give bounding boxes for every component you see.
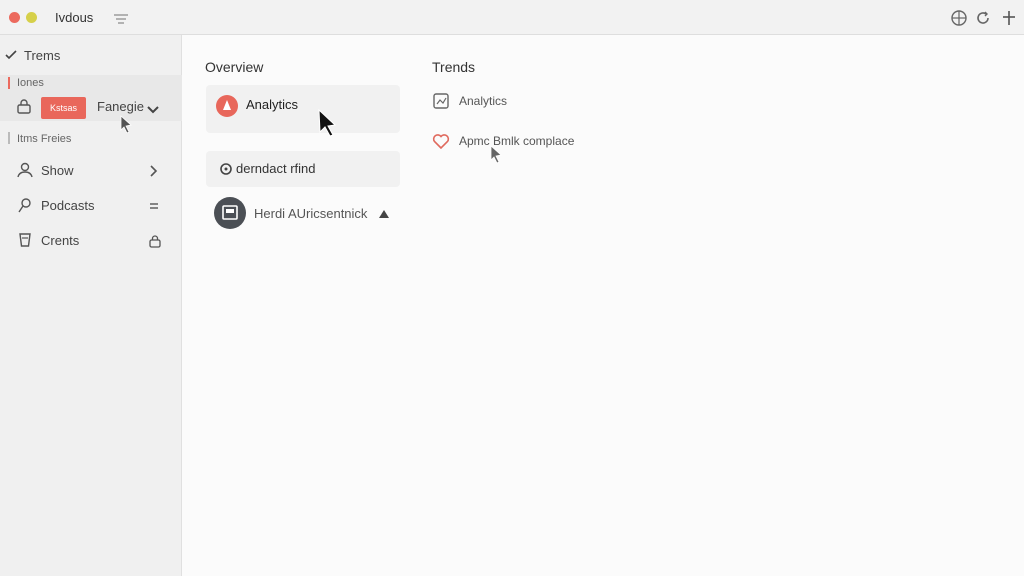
lock-icon bbox=[148, 234, 162, 253]
mouse-pointer-icon bbox=[490, 145, 504, 168]
dropdown-label[interactable]: Fanegie bbox=[97, 99, 144, 114]
chevron-down-icon[interactable] bbox=[147, 102, 159, 120]
search-row-label: derndact rfind bbox=[236, 161, 316, 176]
analytics-card-label: Analytics bbox=[246, 97, 299, 112]
sidebar-item-crents[interactable]: Crents bbox=[0, 225, 182, 255]
search-row[interactable]: derndact rfind bbox=[206, 151, 400, 187]
group-divider-mark bbox=[8, 132, 10, 144]
sidebar-item-label: Podcasts bbox=[41, 198, 95, 213]
sidebar: Trems Iones Kstsas Fanegie Itms Freies S… bbox=[0, 35, 182, 576]
search-icon bbox=[219, 162, 233, 181]
close-window-button[interactable] bbox=[9, 12, 20, 23]
selection-marker bbox=[8, 77, 10, 89]
sidebar-subgroup-label: Itms Freies bbox=[17, 133, 72, 145]
trend-item-label: Analytics bbox=[459, 94, 508, 108]
mouse-pointer-icon bbox=[120, 115, 134, 138]
caret-up-icon bbox=[378, 207, 390, 225]
add-icon[interactable] bbox=[1001, 9, 1017, 32]
chart-box-icon bbox=[432, 92, 450, 115]
avatar bbox=[214, 197, 246, 229]
user-name: Herdi AUricsentnick bbox=[254, 206, 368, 221]
sidebar-item-podcasts[interactable]: Podcasts bbox=[0, 190, 182, 220]
equals-icon bbox=[148, 199, 160, 217]
sidebar-item-show[interactable]: Show bbox=[0, 155, 182, 185]
trends-title: Trends bbox=[432, 59, 476, 75]
lock-icon bbox=[16, 98, 32, 119]
cup-icon bbox=[16, 231, 34, 254]
main-content: Overview Analytics derndact rfind Herdi … bbox=[182, 35, 1024, 576]
chevron-right-icon bbox=[148, 164, 158, 182]
person-icon bbox=[16, 161, 34, 184]
mouse-pointer-icon bbox=[318, 108, 338, 142]
pin-icon bbox=[16, 196, 34, 219]
sidebar-item-label: Crents bbox=[41, 233, 80, 248]
sidebar-item-label: Show bbox=[41, 163, 74, 178]
checkmark-icon bbox=[5, 48, 17, 66]
analytics-card[interactable]: Analytics bbox=[206, 85, 400, 133]
user-row[interactable]: Herdi AUricsentnick bbox=[214, 197, 404, 229]
sidebar-group-label: Iones bbox=[17, 77, 44, 89]
title-bar: Ivdous bbox=[0, 0, 1024, 35]
filter-icon[interactable] bbox=[113, 12, 129, 30]
app-title: Ivdous bbox=[55, 10, 94, 25]
overview-title: Overview bbox=[205, 59, 264, 75]
globe-icon[interactable] bbox=[950, 9, 968, 32]
sidebar-header: Trems bbox=[24, 48, 61, 63]
alert-icon bbox=[216, 95, 238, 117]
refresh-icon[interactable] bbox=[974, 9, 992, 32]
status-badge[interactable]: Kstsas bbox=[41, 97, 86, 119]
minimize-window-button[interactable] bbox=[26, 12, 37, 23]
trend-item-label: Apmc Bmlk complace bbox=[459, 134, 575, 148]
heart-icon bbox=[432, 132, 450, 155]
